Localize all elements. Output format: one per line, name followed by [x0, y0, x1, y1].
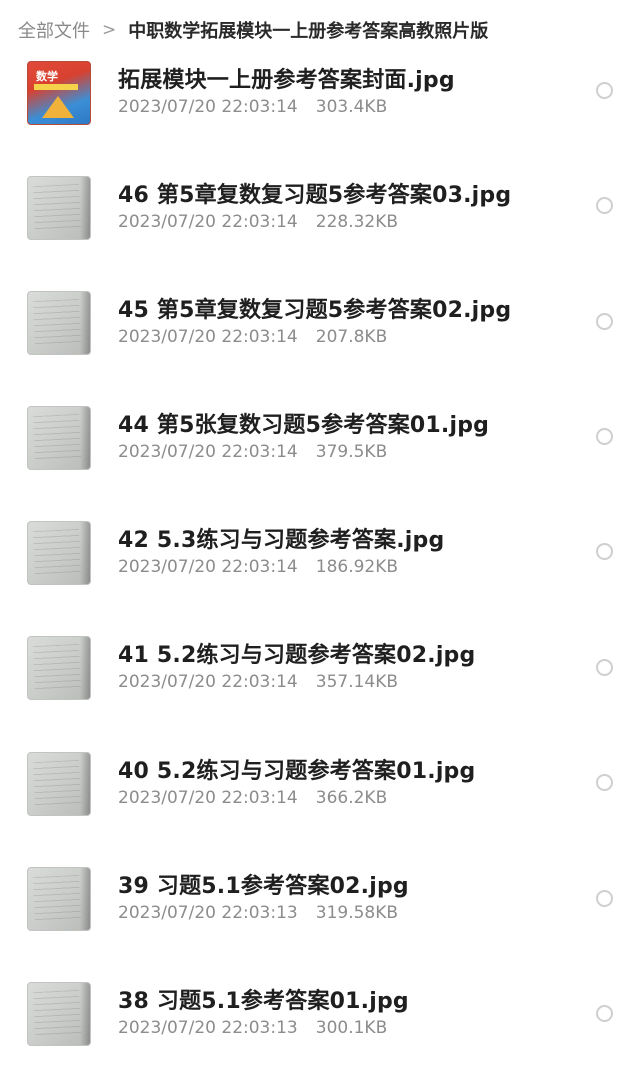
cover-band-decoration	[34, 84, 78, 90]
file-name: 41 5.2练习与习题参考答案02.jpg	[118, 643, 476, 668]
file-list: 数学 拓展模块一上册参考答案封面.jpg 2023/07/20 22:03:14…	[0, 0, 640, 1069]
chevron-right-icon: >	[102, 20, 117, 40]
photo-shadow	[80, 407, 90, 469]
file-datetime: 2023/07/20 22:03:14	[118, 557, 298, 577]
file-size: 366.2KB	[315, 788, 388, 808]
list-item[interactable]: 46 第5章复数复习题5参考答案03.jpg 2023/07/20 22:03:…	[0, 149, 640, 264]
file-thumbnail	[27, 752, 91, 816]
file-thumbnail	[27, 406, 91, 470]
file-meta: 2023/07/20 22:03:13 300.1KB	[118, 1018, 387, 1038]
file-thumbnail	[27, 521, 91, 585]
select-radio[interactable]	[596, 774, 613, 791]
file-thumbnail	[27, 982, 91, 1046]
file-thumbnail	[27, 636, 91, 700]
breadcrumb-root-link[interactable]: 全部文件	[18, 17, 90, 43]
file-meta: 2023/07/20 22:03:14 303.4KB	[118, 97, 387, 117]
breadcrumb-current-folder: 中职数学拓展模块一上册参考答案高教照片版	[128, 21, 489, 42]
file-name: 46 第5章复数复习题5参考答案03.jpg	[118, 183, 512, 208]
file-meta: 2023/07/20 22:03:14 186.92KB	[118, 557, 398, 577]
file-browser-page: 数学 拓展模块一上册参考答案封面.jpg 2023/07/20 22:03:14…	[0, 0, 640, 1069]
photo-page-lines	[32, 298, 82, 348]
breadcrumb: 全部文件 > 中职数学拓展模块一上册参考答案高教照片版	[0, 0, 640, 60]
file-datetime: 2023/07/20 22:03:14	[118, 212, 298, 232]
file-datetime: 2023/07/20 22:03:14	[118, 672, 298, 692]
file-meta: 2023/07/20 22:03:14 366.2KB	[118, 788, 387, 808]
file-datetime: 2023/07/20 22:03:14	[118, 788, 298, 808]
select-radio[interactable]	[596, 1005, 613, 1022]
file-datetime: 2023/07/20 22:03:14	[118, 327, 298, 347]
file-size: 207.8KB	[315, 327, 388, 347]
file-name: 拓展模块一上册参考答案封面.jpg	[118, 68, 455, 93]
photo-page-lines	[32, 874, 82, 924]
file-size: 357.14KB	[315, 672, 399, 692]
file-size: 379.5KB	[315, 442, 388, 462]
file-size: 319.58KB	[315, 903, 399, 923]
photo-shadow	[80, 292, 90, 354]
photo-page-lines	[32, 759, 82, 809]
file-size: 300.1KB	[315, 1018, 388, 1038]
file-meta: 2023/07/20 22:03:14 379.5KB	[118, 442, 387, 462]
file-name: 39 习题5.1参考答案02.jpg	[118, 874, 409, 899]
cover-triangle-decoration	[42, 96, 74, 118]
photo-shadow	[80, 753, 90, 815]
file-meta: 2023/07/20 22:03:14 357.14KB	[118, 672, 398, 692]
file-thumbnail	[27, 867, 91, 931]
list-item[interactable]: 41 5.2练习与习题参考答案02.jpg 2023/07/20 22:03:1…	[0, 611, 640, 726]
list-item[interactable]: 44 第5张复数习题5参考答案01.jpg 2023/07/20 22:03:1…	[0, 380, 640, 495]
photo-page-lines	[32, 183, 82, 233]
select-radio[interactable]	[596, 659, 613, 676]
file-name: 40 5.2练习与习题参考答案01.jpg	[118, 759, 476, 784]
list-item[interactable]: 40 5.2练习与习题参考答案01.jpg 2023/07/20 22:03:1…	[0, 726, 640, 841]
photo-page-lines	[32, 643, 82, 693]
file-datetime: 2023/07/20 22:03:14	[118, 442, 298, 462]
file-name: 44 第5张复数习题5参考答案01.jpg	[118, 413, 490, 438]
file-datetime: 2023/07/20 22:03:13	[118, 1018, 298, 1038]
file-datetime: 2023/07/20 22:03:14	[118, 97, 298, 117]
file-name: 45 第5章复数复习题5参考答案02.jpg	[118, 298, 512, 323]
photo-shadow	[80, 637, 90, 699]
file-thumbnail: 数学	[27, 61, 91, 125]
list-item[interactable]: 42 5.3练习与习题参考答案.jpg 2023/07/20 22:03:14 1…	[0, 495, 640, 610]
file-meta: 2023/07/20 22:03:14 228.32KB	[118, 212, 398, 232]
file-name: 38 习题5.1参考答案01.jpg	[118, 989, 409, 1014]
file-size: 303.4KB	[315, 97, 388, 117]
file-thumbnail	[27, 176, 91, 240]
select-radio[interactable]	[596, 890, 613, 907]
file-size: 228.32KB	[315, 212, 399, 232]
file-meta: 2023/07/20 22:03:14 207.8KB	[118, 327, 387, 347]
file-size: 186.92KB	[315, 557, 399, 577]
list-item[interactable]: 45 第5章复数复习题5参考答案02.jpg 2023/07/20 22:03:…	[0, 264, 640, 379]
select-radio[interactable]	[596, 428, 613, 445]
select-radio[interactable]	[596, 313, 613, 330]
cover-title-text: 数学	[36, 70, 58, 83]
photo-shadow	[80, 983, 90, 1045]
file-thumbnail	[27, 291, 91, 355]
photo-page-lines	[32, 413, 82, 463]
select-radio[interactable]	[596, 82, 613, 99]
file-name: 42 5.3练习与习题参考答案.jpg	[118, 528, 445, 553]
photo-shadow	[80, 522, 90, 584]
select-radio[interactable]	[596, 197, 613, 214]
list-item[interactable]: 39 习题5.1参考答案02.jpg 2023/07/20 22:03:13 31…	[0, 842, 640, 957]
photo-page-lines	[32, 989, 82, 1039]
select-radio[interactable]	[596, 543, 613, 560]
photo-shadow	[80, 177, 90, 239]
file-meta: 2023/07/20 22:03:13 319.58KB	[118, 903, 398, 923]
file-datetime: 2023/07/20 22:03:13	[118, 903, 298, 923]
list-item[interactable]: 38 习题5.1参考答案01.jpg 2023/07/20 22:03:13 30…	[0, 957, 640, 1069]
photo-shadow	[80, 868, 90, 930]
photo-page-lines	[32, 528, 82, 578]
